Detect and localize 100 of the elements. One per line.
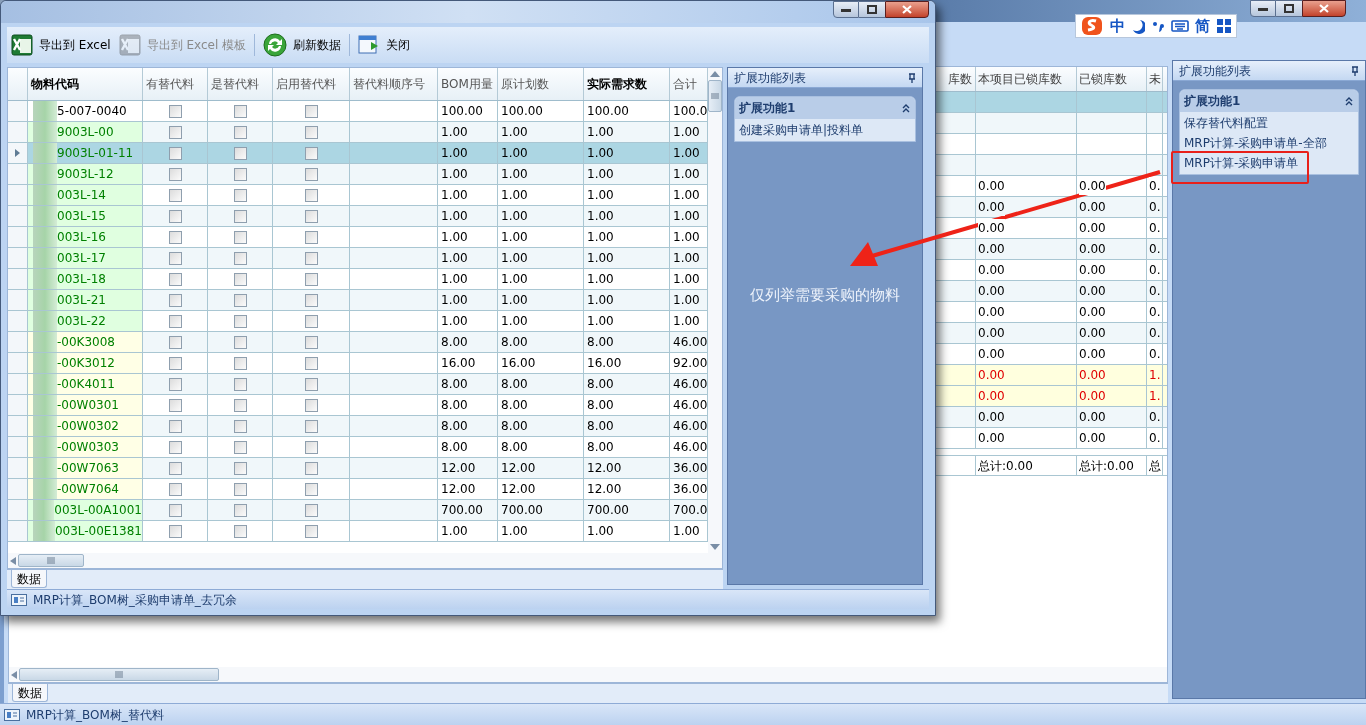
checkbox[interactable] — [168, 146, 182, 160]
toolbar-button[interactable]: 关闭 — [356, 31, 413, 59]
checkbox[interactable] — [168, 503, 182, 517]
checkbox[interactable] — [168, 335, 182, 349]
column-header[interactable]: 有替代料 — [143, 68, 208, 100]
scroll-down-icon[interactable] — [710, 544, 720, 550]
checkbox[interactable] — [233, 104, 247, 118]
checkbox[interactable] — [233, 335, 247, 349]
keyboard-icon[interactable] — [1170, 19, 1189, 33]
minimize-button[interactable] — [833, 1, 859, 18]
checkbox[interactable] — [233, 461, 247, 475]
checkbox[interactable] — [304, 377, 318, 391]
table-row[interactable]: 9003L-12 1.00 1.00 1.00 1.00 — [8, 164, 708, 185]
checkbox[interactable] — [304, 314, 318, 328]
column-header[interactable]: 已锁库数 — [1077, 67, 1147, 91]
grid-icon[interactable] — [1216, 19, 1231, 33]
checkbox[interactable] — [304, 461, 318, 475]
function-link[interactable]: 创建采购申请单|投料单 — [735, 120, 915, 140]
close-button[interactable] — [1302, 0, 1346, 17]
checkbox[interactable] — [304, 251, 318, 265]
ime-mode-button[interactable]: 中 — [1109, 18, 1125, 34]
checkbox[interactable] — [233, 419, 247, 433]
pin-icon[interactable] — [908, 72, 916, 83]
table-row[interactable]: -00W0302 8.00 8.00 8.00 46.00 — [8, 416, 708, 437]
function-link[interactable]: 保存替代料配置 — [1180, 113, 1358, 133]
checkbox[interactable] — [304, 419, 318, 433]
checkbox[interactable] — [304, 125, 318, 139]
checkbox[interactable] — [168, 104, 182, 118]
checkbox[interactable] — [168, 272, 182, 286]
table-row[interactable]: 003L-14 1.00 1.00 1.00 1.00 — [8, 185, 708, 206]
ime-mode-button[interactable]: 简 — [1195, 18, 1211, 34]
column-header[interactable]: 本项目已锁库数 — [976, 67, 1077, 91]
checkbox[interactable] — [168, 461, 182, 475]
table-row[interactable]: -00K3012 16.00 16.00 16.00 92.00 — [8, 353, 708, 374]
sheet-tab[interactable]: 数据 — [11, 570, 47, 588]
collapse-icon[interactable] — [1344, 96, 1354, 106]
checkbox[interactable] — [233, 440, 247, 454]
checkbox[interactable] — [304, 482, 318, 496]
checkbox[interactable] — [168, 482, 182, 496]
checkbox[interactable] — [233, 230, 247, 244]
collapse-icon[interactable] — [901, 103, 911, 113]
table-row[interactable]: 003L-00E1381 1.00 1.00 1.00 1.00 — [8, 521, 708, 542]
checkbox[interactable] — [168, 125, 182, 139]
checkbox[interactable] — [304, 398, 318, 412]
column-header[interactable]: 是替代料 — [208, 68, 273, 100]
checkbox[interactable] — [304, 503, 318, 517]
table-row[interactable]: -00W7063 12.00 12.00 12.00 36.00 — [8, 458, 708, 479]
table-row[interactable]: -00W0303 8.00 8.00 8.00 46.00 — [8, 437, 708, 458]
checkbox[interactable] — [304, 293, 318, 307]
table-row[interactable]: 003L-17 1.00 1.00 1.00 1.00 — [8, 248, 708, 269]
table-row[interactable]: -00K4011 8.00 8.00 8.00 46.00 — [8, 374, 708, 395]
checkbox[interactable] — [233, 188, 247, 202]
pin-icon[interactable] — [1351, 65, 1359, 76]
checkbox[interactable] — [168, 314, 182, 328]
checkbox[interactable] — [304, 524, 318, 538]
table-row[interactable]: -00W7064 12.00 12.00 12.00 36.00 — [8, 479, 708, 500]
close-button[interactable] — [885, 1, 929, 18]
horizontal-scrollbar-thumb[interactable] — [18, 554, 84, 567]
checkbox[interactable] — [168, 167, 182, 181]
scroll-left-icon[interactable] — [11, 670, 17, 679]
checkbox[interactable] — [233, 482, 247, 496]
checkbox[interactable] — [233, 398, 247, 412]
checkbox[interactable] — [168, 209, 182, 223]
scroll-up-icon[interactable] — [710, 71, 720, 77]
checkbox[interactable] — [233, 524, 247, 538]
checkbox[interactable] — [304, 209, 318, 223]
checkbox[interactable] — [168, 398, 182, 412]
checkbox[interactable] — [304, 104, 318, 118]
checkbox[interactable] — [168, 524, 182, 538]
checkbox[interactable] — [233, 125, 247, 139]
column-header[interactable]: 启用替代料 — [273, 68, 350, 100]
checkbox[interactable] — [304, 272, 318, 286]
function-link[interactable]: MRP计算-采购申请单-全部 — [1180, 133, 1358, 153]
checkbox[interactable] — [304, 356, 318, 370]
checkbox[interactable] — [168, 251, 182, 265]
checkbox[interactable] — [304, 440, 318, 454]
table-row[interactable]: 003L-18 1.00 1.00 1.00 1.00 — [8, 269, 708, 290]
toolbar-button[interactable]: 刷新数据 — [261, 31, 344, 59]
group-header[interactable]: 扩展功能1 — [735, 97, 915, 119]
table-row[interactable]: 003L-00A1001 700.00 700.00 700.00 700.0 — [8, 500, 708, 521]
table-row[interactable]: 5-007-0040 100.00 100.00 100.00 100.0 — [8, 101, 708, 122]
checkbox[interactable] — [304, 146, 318, 160]
checkbox[interactable] — [304, 230, 318, 244]
moon-icon[interactable] — [1131, 18, 1146, 34]
table-row[interactable]: 003L-22 1.00 1.00 1.00 1.00 — [8, 311, 708, 332]
scroll-left-icon[interactable] — [10, 556, 16, 565]
checkbox[interactable] — [168, 293, 182, 307]
checkbox[interactable] — [233, 146, 247, 160]
maximize-button[interactable] — [1276, 0, 1302, 17]
checkbox[interactable] — [304, 335, 318, 349]
table-row[interactable]: 003L-15 1.00 1.00 1.00 1.00 — [8, 206, 708, 227]
table-row[interactable]: 9003L-01-11 1.00 1.00 1.00 1.00 — [8, 143, 708, 164]
checkbox[interactable] — [233, 209, 247, 223]
table-row[interactable]: 9003L-00 1.00 1.00 1.00 1.00 — [8, 122, 708, 143]
checkbox[interactable] — [168, 188, 182, 202]
logo-icon[interactable] — [1081, 15, 1104, 37]
punctuation-icon[interactable] — [1151, 19, 1164, 33]
checkbox[interactable] — [304, 188, 318, 202]
horizontal-scrollbar-thumb[interactable] — [19, 668, 219, 681]
function-link[interactable]: MRP计算-采购申请单 — [1180, 153, 1358, 173]
